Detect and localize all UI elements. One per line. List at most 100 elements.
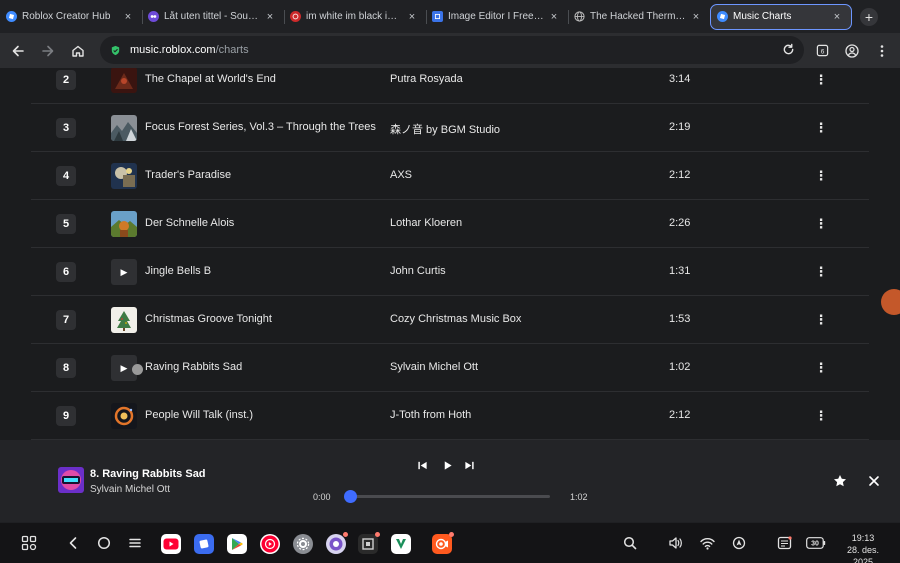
rank-badge: 5 xyxy=(56,214,76,234)
album-art[interactable] xyxy=(111,307,137,333)
track-title[interactable]: Jingle Bells B xyxy=(145,265,211,277)
play-icon[interactable]: ▶ xyxy=(111,259,137,285)
tasks-app-icon[interactable] xyxy=(194,534,214,554)
browser-app-icon[interactable] xyxy=(326,532,348,554)
close-icon[interactable]: × xyxy=(122,11,134,23)
status-clock[interactable]: 19:13 28. des. 2025 xyxy=(836,532,890,563)
system-home-icon[interactable] xyxy=(95,534,113,552)
album-art[interactable] xyxy=(111,403,137,429)
chart-row[interactable]: 4 Trader's Paradise AXS 2:12 ⋮ xyxy=(31,152,869,200)
next-track-icon[interactable] xyxy=(462,458,476,472)
close-icon[interactable]: × xyxy=(690,11,702,23)
browser-menu-icon[interactable] xyxy=(867,36,897,66)
track-duration: 2:12 xyxy=(669,409,691,421)
back-arrow-icon[interactable] xyxy=(3,36,33,66)
system-back-icon[interactable] xyxy=(64,534,82,552)
notifications-icon[interactable] xyxy=(775,534,793,552)
previous-track-icon[interactable] xyxy=(415,458,429,472)
now-playing-art[interactable] xyxy=(58,467,84,493)
location-icon[interactable] xyxy=(730,534,748,552)
track-title[interactable]: Focus Forest Series, Vol.3 – Through the… xyxy=(145,121,376,133)
album-art[interactable] xyxy=(111,115,137,141)
album-art[interactable] xyxy=(111,211,137,237)
more-options-icon[interactable]: ⋮ xyxy=(815,309,828,331)
reload-icon[interactable] xyxy=(782,43,795,56)
battery-icon[interactable]: 30 xyxy=(806,534,826,552)
track-title[interactable]: People Will Talk (inst.) xyxy=(145,409,253,421)
track-title[interactable]: Der Schnelle Alois xyxy=(145,217,234,229)
profile-icon[interactable] xyxy=(837,36,867,66)
screen-recorder-bubble-icon[interactable] xyxy=(881,289,900,315)
wifi-icon[interactable] xyxy=(698,534,716,552)
close-icon[interactable]: × xyxy=(264,11,276,23)
tab-music-charts[interactable]: Music Charts × xyxy=(710,3,852,30)
forward-arrow-icon[interactable] xyxy=(33,36,63,66)
seek-handle[interactable] xyxy=(344,490,357,503)
play-icon[interactable] xyxy=(440,458,454,472)
track-artist[interactable]: Sylvain Michel Ott xyxy=(390,361,478,373)
app-drawer-icon[interactable] xyxy=(20,534,38,552)
tab-soundtrap[interactable]: Låt uten tittel - Soun... × xyxy=(142,4,284,30)
youtube-music-app-icon[interactable] xyxy=(260,534,280,554)
current-time: 0:00 xyxy=(313,492,331,502)
more-options-icon[interactable]: ⋮ xyxy=(815,261,828,283)
album-art[interactable] xyxy=(111,68,137,93)
close-icon[interactable]: × xyxy=(831,11,843,23)
rank-badge: 2 xyxy=(56,70,76,90)
chart-row[interactable]: 5 Der Schnelle Alois Lothar Kloeren 2:26… xyxy=(31,200,869,248)
more-options-icon[interactable]: ⋮ xyxy=(815,165,828,187)
vpn-app-icon[interactable] xyxy=(391,534,411,554)
screen-recorder-app-icon[interactable] xyxy=(432,532,454,554)
tab-freepik-image-editor[interactable]: Image Editor I Freepi... × xyxy=(426,4,568,30)
toolbar-right: 6 xyxy=(807,33,900,68)
chart-row[interactable]: 9 People Will Talk (inst.) J-Toth from H… xyxy=(31,392,869,440)
youtube-app-icon[interactable] xyxy=(161,534,181,554)
tab-hacked-thermo[interactable]: The Hacked Thermo... × xyxy=(568,4,710,30)
track-duration: 1:31 xyxy=(669,265,691,277)
track-artist[interactable]: J-Toth from Hoth xyxy=(390,409,471,421)
more-options-icon[interactable]: ⋮ xyxy=(815,405,828,427)
tab-roblox-creator-hub[interactable]: Roblox Creator Hub × xyxy=(0,4,142,30)
track-title[interactable]: The Chapel at World's End xyxy=(145,73,276,85)
close-icon[interactable]: × xyxy=(406,11,418,23)
settings-app-icon[interactable] xyxy=(293,534,313,554)
search-icon[interactable] xyxy=(621,534,639,552)
more-options-icon[interactable]: ⋮ xyxy=(815,69,828,91)
album-art[interactable] xyxy=(111,163,137,189)
roblox-studio-app-icon[interactable] xyxy=(358,532,380,554)
home-icon[interactable] xyxy=(63,36,93,66)
address-bar[interactable]: music.roblox.com/charts xyxy=(100,36,804,64)
track-artist[interactable]: Lothar Kloeren xyxy=(390,217,462,229)
close-icon[interactable]: × xyxy=(548,11,560,23)
now-playing-artist[interactable]: Sylvain Michel Ott xyxy=(90,484,170,495)
track-title[interactable]: Christmas Groove Tonight xyxy=(145,313,272,325)
star-icon[interactable] xyxy=(833,474,847,488)
track-artist[interactable]: 森ノ音 by BGM Studio xyxy=(390,121,500,137)
chart-row[interactable]: 2 The Chapel at World's End Putra Rosyad… xyxy=(31,68,869,104)
close-icon[interactable] xyxy=(867,474,881,488)
new-tab-button[interactable]: + xyxy=(860,7,878,26)
youtube-music-icon xyxy=(290,11,301,22)
seek-bar[interactable] xyxy=(344,490,550,503)
track-artist[interactable]: Cozy Christmas Music Box xyxy=(390,313,521,325)
track-artist[interactable]: AXS xyxy=(390,169,412,181)
chart-row[interactable]: 6 ▶ Jingle Bells B John Curtis 1:31 ⋮ xyxy=(31,248,869,296)
now-playing-title[interactable]: 8. Raving Rabbits Sad xyxy=(90,468,206,480)
chart-row[interactable]: 3 Focus Forest Series, Vol.3 – Through t… xyxy=(31,104,869,152)
chart-row[interactable]: 7 Christmas Groove Tonight Cozy Christma… xyxy=(31,296,869,344)
site-secure-icon[interactable] xyxy=(110,45,121,56)
more-options-icon[interactable]: ⋮ xyxy=(815,117,828,139)
more-options-icon[interactable]: ⋮ xyxy=(815,357,828,379)
more-options-icon[interactable]: ⋮ xyxy=(815,213,828,235)
track-artist[interactable]: Putra Rosyada xyxy=(390,73,463,85)
chart-row[interactable]: 8 ▶ Raving Rabbits Sad Sylvain Michel Ot… xyxy=(31,344,869,392)
google-play-icon[interactable] xyxy=(227,534,247,554)
recent-apps-icon[interactable] xyxy=(126,534,144,552)
track-artist[interactable]: John Curtis xyxy=(390,265,446,277)
volume-icon[interactable] xyxy=(666,534,684,552)
clock-time: 19:13 xyxy=(851,533,875,543)
track-title[interactable]: Trader's Paradise xyxy=(145,169,231,181)
tab-youtube-music[interactable]: im white im black im ... × xyxy=(284,4,426,30)
tab-switcher-icon[interactable]: 6 xyxy=(807,36,837,66)
track-title[interactable]: Raving Rabbits Sad xyxy=(145,361,242,373)
